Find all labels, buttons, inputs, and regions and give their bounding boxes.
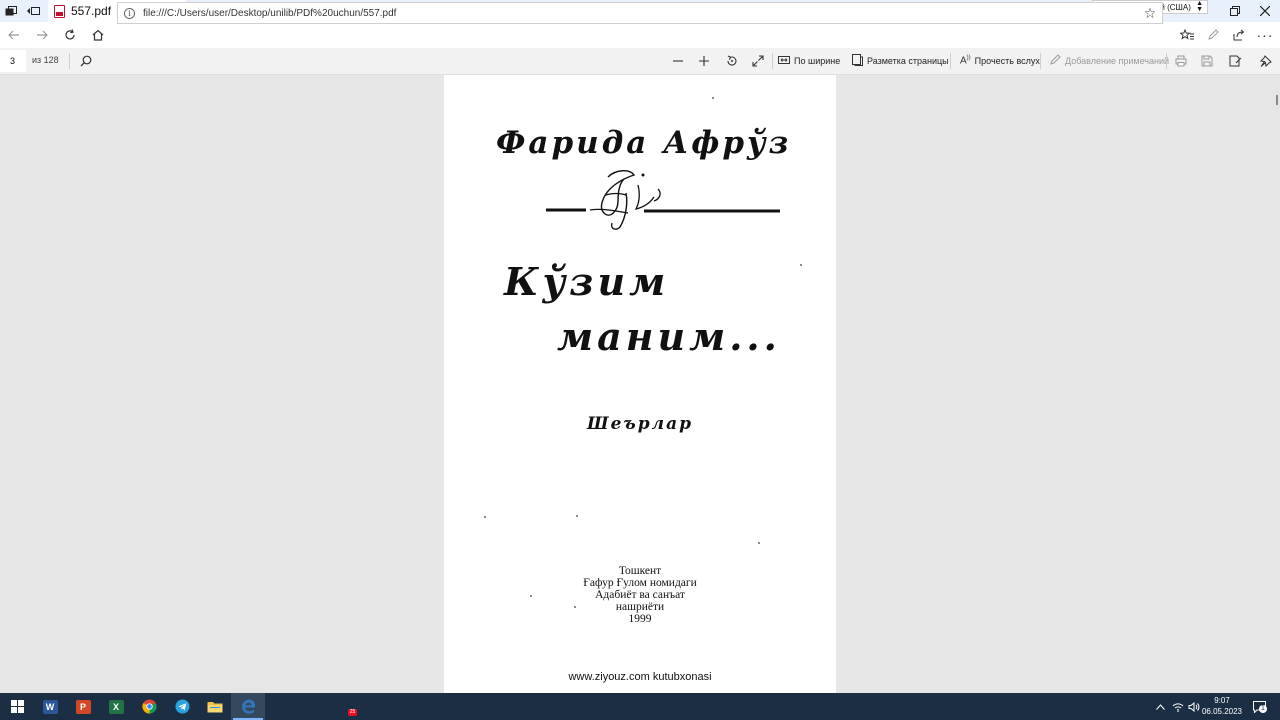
author-signature-graphic <box>546 170 780 230</box>
taskbar-word[interactable]: W <box>33 693 67 720</box>
pen-notes-icon <box>1050 54 1061 68</box>
chrome-icon <box>141 699 157 714</box>
add-notes-button[interactable]: Добавление примечаний <box>1050 51 1169 71</box>
taskbar-edge[interactable] <box>231 693 265 720</box>
set-aside-tabs-icon[interactable] <box>22 0 44 22</box>
powerpoint-icon: P <box>75 699 91 714</box>
author-name: Фарида Афрўз <box>496 125 792 161</box>
network-wifi-icon[interactable] <box>1170 693 1186 720</box>
start-button[interactable] <box>0 693 34 720</box>
imprint-line: нашриёти <box>615 601 665 613</box>
read-aloud-label: Прочесть вслух <box>974 56 1040 66</box>
edge-icon <box>241 699 255 714</box>
spinner-arrows-icon: ▲ ▼ <box>1196 0 1203 13</box>
taskbar-clock[interactable]: 9:07 06.05.2023 <box>1200 695 1244 717</box>
forward-button[interactable] <box>28 22 56 48</box>
folder-icon <box>207 702 223 713</box>
pdf-toolbar: 3 из 128 По ширине Разметка страницы A))… <box>0 48 1280 75</box>
clock-date: 06.05.2023 <box>1201 707 1243 716</box>
pdf-page: Фарида Афрўз Кўзим маним... Шеърлар Тошк… <box>444 75 836 693</box>
navigation-bar <box>0 22 1280 48</box>
fit-width-button[interactable]: По ширине <box>778 51 840 71</box>
show-hidden-icons-chevron[interactable] <box>1152 693 1168 720</box>
clock-time: 9:07 <box>1214 696 1230 705</box>
share-icon[interactable] <box>1226 22 1252 48</box>
excel-icon: X <box>108 699 124 714</box>
close-window-button[interactable] <box>1250 0 1280 22</box>
zoom-in-icon[interactable] <box>694 51 714 71</box>
add-notes-label: Добавление примечаний <box>1065 56 1170 66</box>
zoom-out-icon[interactable] <box>668 51 688 71</box>
pen-icon[interactable] <box>1200 22 1226 48</box>
taskbar-excel[interactable]: X <box>99 693 133 720</box>
toolbar-divider <box>1166 53 1167 69</box>
scan-speck <box>530 595 532 597</box>
scan-speck <box>574 606 576 608</box>
address-bar[interactable]: i file:///C:/Users/user/Desktop/unilib/P… <box>117 2 1163 24</box>
scan-speck <box>576 515 578 517</box>
scan-speck <box>712 97 714 99</box>
imprint-line: 1999 <box>628 613 652 625</box>
action-center-notifications-icon[interactable]: 1 <box>1250 693 1268 720</box>
telegram-unread-badge: 25 <box>348 709 357 716</box>
refresh-button[interactable] <box>56 22 84 48</box>
windows-taskbar: W P X 25 9:07 06.05.2023 1 <box>0 693 1280 720</box>
favorites-hub-icon[interactable] <box>1174 22 1200 48</box>
scan-speck <box>800 264 802 266</box>
telegram-icon <box>174 699 190 714</box>
taskbar-telegram[interactable]: 25 <box>165 693 357 720</box>
book-title-line-1: Кўзим <box>504 259 670 304</box>
taskbar-powerpoint[interactable]: P <box>66 693 100 720</box>
page-layout-label: Разметка страницы <box>867 56 949 66</box>
back-button[interactable] <box>0 22 28 48</box>
pdf-file-icon <box>54 4 65 18</box>
imprint-line: Ғафур Ғулом номидаги <box>583 577 697 589</box>
imprint-line: Адабиёт ва санъат <box>595 589 685 601</box>
rotate-icon[interactable] <box>722 51 742 71</box>
restore-window-button[interactable] <box>1220 0 1250 22</box>
save-icon[interactable] <box>1197 51 1217 71</box>
scan-speck <box>758 542 760 544</box>
fit-width-icon <box>778 55 790 68</box>
page-number-input[interactable]: 3 <box>0 50 26 72</box>
taskbar-chrome[interactable] <box>132 693 166 720</box>
toolbar-divider <box>69 53 70 69</box>
book-title-line-2: маним... <box>557 314 781 359</box>
url-text[interactable]: file:///C:/Users/user/Desktop/unilib/PDf… <box>143 8 1138 19</box>
word-icon: W <box>42 699 58 714</box>
read-aloud-button[interactable]: A)) Прочесть вслух <box>960 51 1040 71</box>
book-genre: Шеърлар <box>587 414 693 434</box>
notification-count: 1 <box>1259 705 1267 713</box>
fit-width-label: По ширине <box>794 56 841 66</box>
search-icon[interactable] <box>76 51 96 71</box>
footer-watermark: www.ziyouz.com kutubxonasi <box>568 671 712 683</box>
toolbar-divider <box>772 53 773 69</box>
imprint-line: Тошкент <box>618 565 662 577</box>
page-layout-button[interactable]: Разметка страницы <box>852 51 949 71</box>
pin-toolbar-icon[interactable] <box>1256 51 1276 71</box>
pdf-viewer[interactable]: Фарида Афрўз Кўзим маним... Шеърлар Тошк… <box>0 75 1280 693</box>
home-button[interactable] <box>84 22 112 48</box>
fullscreen-icon[interactable] <box>748 51 768 71</box>
scan-speck <box>484 516 486 518</box>
site-info-icon[interactable]: i <box>124 7 135 19</box>
read-aloud-icon: A)) <box>960 55 971 67</box>
more-options-icon[interactable]: ··· <box>1252 22 1278 48</box>
toolbar-divider <box>1040 53 1041 69</box>
publisher-imprint: Тошкент Ғафур Ғулом номидаги Адабиёт ва … <box>444 565 836 625</box>
save-as-icon[interactable] <box>1225 51 1245 71</box>
taskbar-file-explorer[interactable] <box>198 693 232 720</box>
favorite-star-icon[interactable]: ☆ <box>1138 5 1162 22</box>
page-layout-icon <box>852 53 863 69</box>
toolbar-divider <box>950 53 951 69</box>
print-icon[interactable] <box>1171 51 1191 71</box>
page-count: из 128 <box>32 55 59 65</box>
tab-manager-icon[interactable] <box>0 0 22 22</box>
scrollbar-thumb[interactable] <box>1276 95 1278 105</box>
